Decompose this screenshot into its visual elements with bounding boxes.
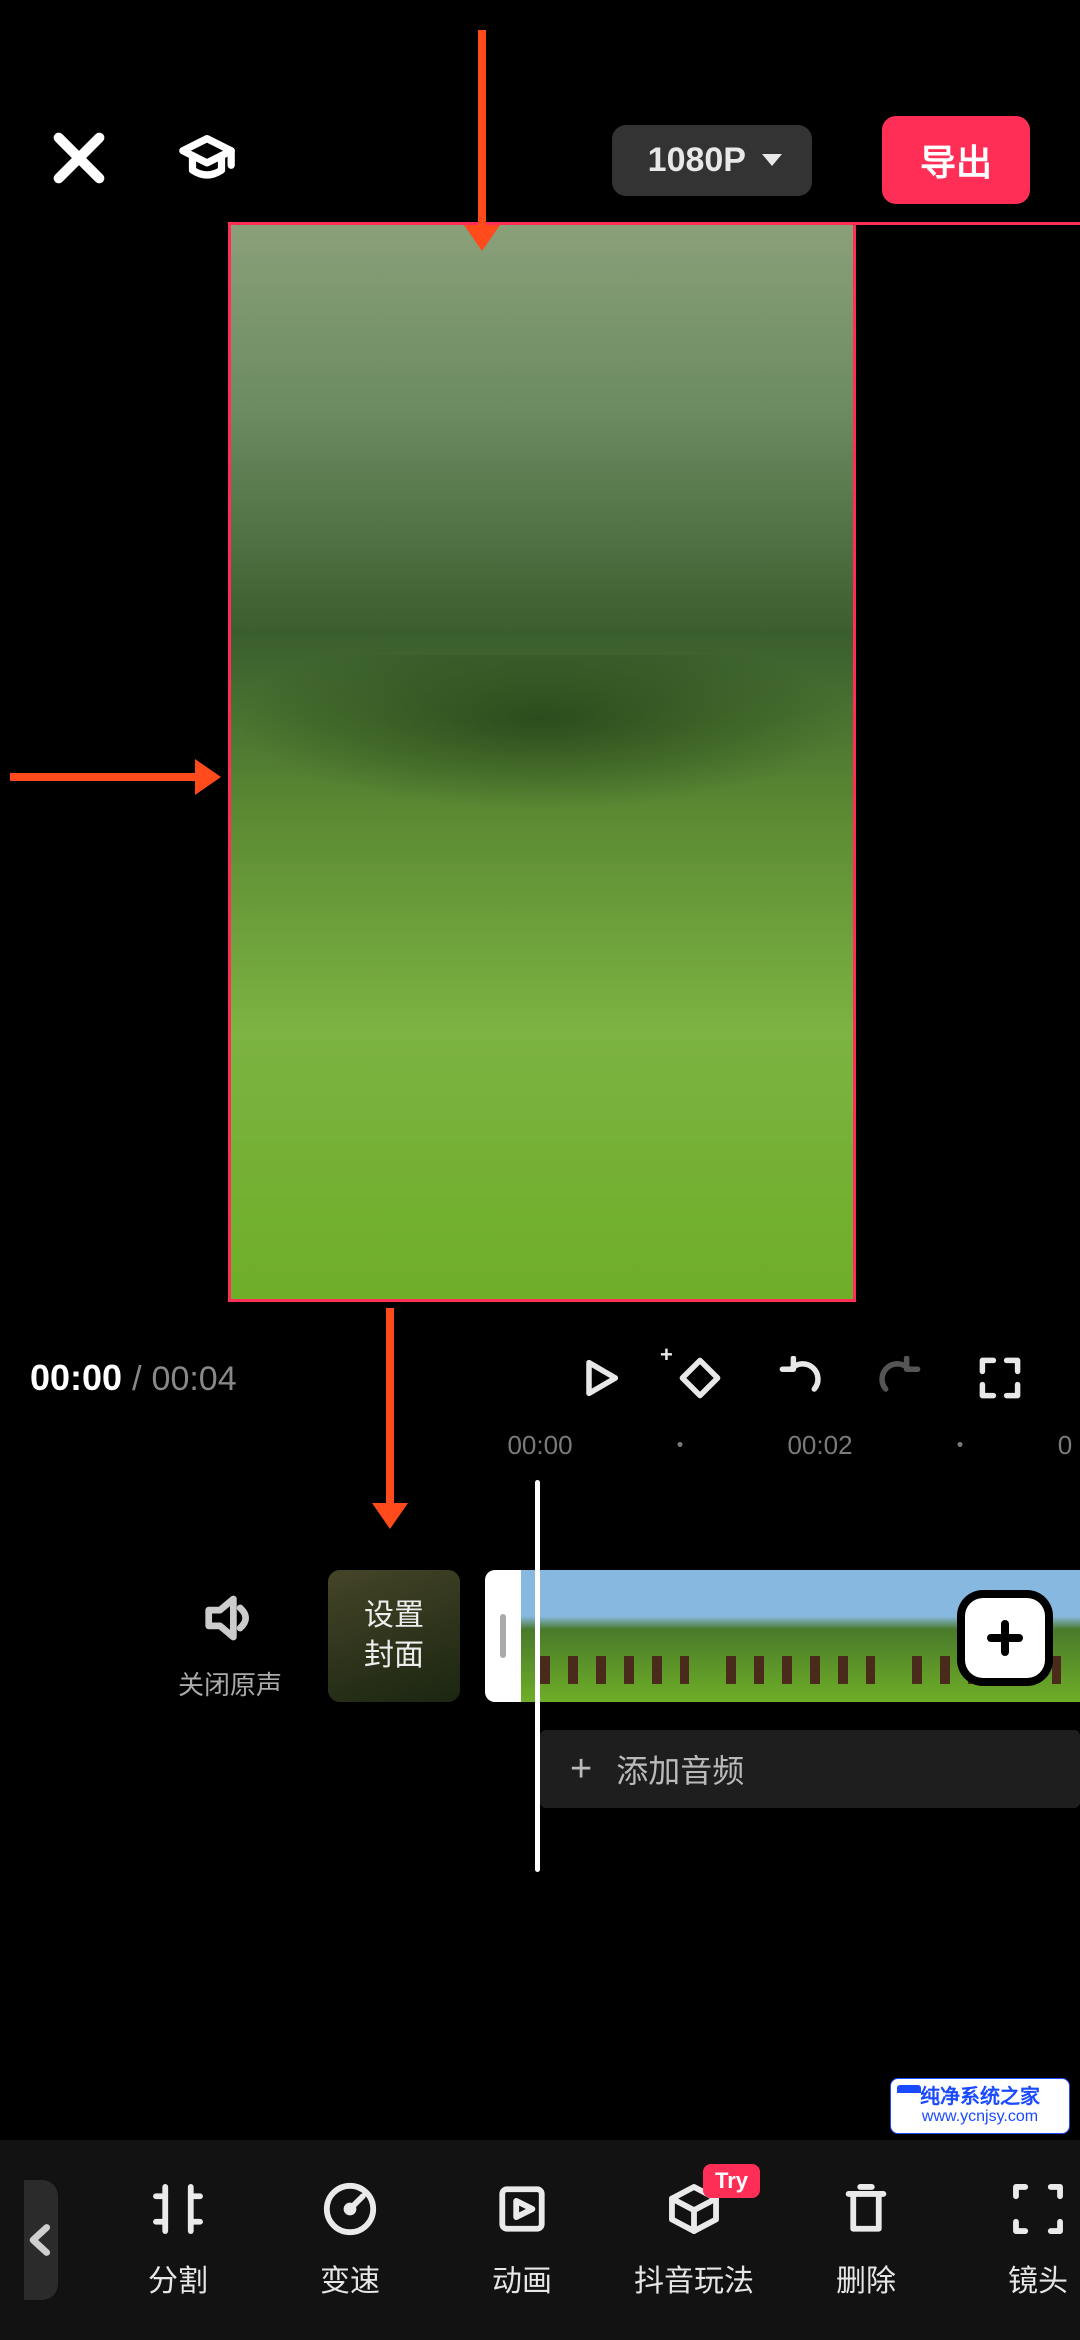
tool-douyin-effects[interactable]: Try 抖音玩法 [634, 2180, 754, 2300]
set-cover-button[interactable]: 设置 封面 [328, 1570, 460, 1702]
annotation-arrow-top [478, 30, 486, 225]
preview-edge-guide [856, 222, 1080, 225]
add-audio-track[interactable]: + 添加音频 [540, 1730, 1080, 1808]
plus-icon: + [570, 1748, 592, 1791]
tool-label: 删除 [836, 2256, 896, 2300]
video-preview[interactable] [228, 222, 856, 1302]
export-button[interactable]: 导出 [882, 116, 1030, 204]
fullscreen-button[interactable] [950, 1348, 1050, 1408]
tool-speed[interactable]: 变速 [290, 2180, 410, 2300]
tool-label: 动画 [492, 2256, 552, 2300]
bottom-toolbar: 分割 变速 动画 Try 抖音玩法 删除 镜头 [0, 2140, 1080, 2340]
resolution-label: 1080P [648, 141, 746, 180]
clip-thumbnail [707, 1570, 893, 1702]
preview-image [231, 225, 853, 1299]
mute-original-audio-button[interactable]: 关闭原声 [160, 1590, 300, 1702]
undo-button[interactable] [750, 1348, 850, 1408]
tool-split[interactable]: 分割 [118, 2180, 238, 2300]
ruler-tick: 0 [1058, 1430, 1072, 1461]
chevron-down-icon [762, 154, 782, 166]
total-duration: 00:04 [152, 1360, 237, 1399]
timeline-ruler[interactable]: 00:00 00:02 0 [0, 1430, 1080, 1480]
clip-left-handle[interactable] [485, 1570, 521, 1702]
add-clip-button[interactable] [965, 1598, 1045, 1678]
close-button[interactable] [50, 129, 108, 192]
tool-label: 变速 [320, 2256, 380, 2300]
tutorial-button[interactable] [178, 129, 236, 192]
tool-animation[interactable]: 动画 [462, 2180, 582, 2300]
tool-label: 分割 [148, 2256, 208, 2300]
tool-lens[interactable]: 镜头 [978, 2180, 1080, 2300]
clip-thumbnail [521, 1570, 707, 1702]
mute-label: 关闭原声 [160, 1665, 300, 1702]
keyframe-button[interactable]: + [650, 1348, 750, 1408]
resolution-selector[interactable]: 1080P [612, 125, 812, 196]
back-button[interactable] [24, 2180, 58, 2300]
plus-icon: + [660, 1342, 673, 1368]
time-indicator: 00:00 / 00:04 [30, 1357, 237, 1399]
annotation-arrow-left [10, 773, 195, 781]
watermark: 纯净系统之家 www.ycnjsy.com [890, 2078, 1070, 2134]
redo-button[interactable] [850, 1348, 950, 1408]
current-time: 00:00 [30, 1357, 122, 1399]
tool-label: 抖音玩法 [634, 2256, 754, 2300]
ruler-dot [958, 1442, 963, 1447]
ruler-dot [678, 1442, 683, 1447]
add-audio-label: 添加音频 [616, 1746, 744, 1792]
playhead[interactable] [535, 1480, 540, 1872]
tool-delete[interactable]: 删除 [806, 2180, 926, 2300]
ruler-tick: 00:00 [507, 1430, 572, 1461]
tool-label: 镜头 [1008, 2256, 1068, 2300]
play-button[interactable] [550, 1348, 650, 1408]
ruler-tick: 00:02 [787, 1430, 852, 1461]
try-badge: Try [703, 2164, 760, 2198]
